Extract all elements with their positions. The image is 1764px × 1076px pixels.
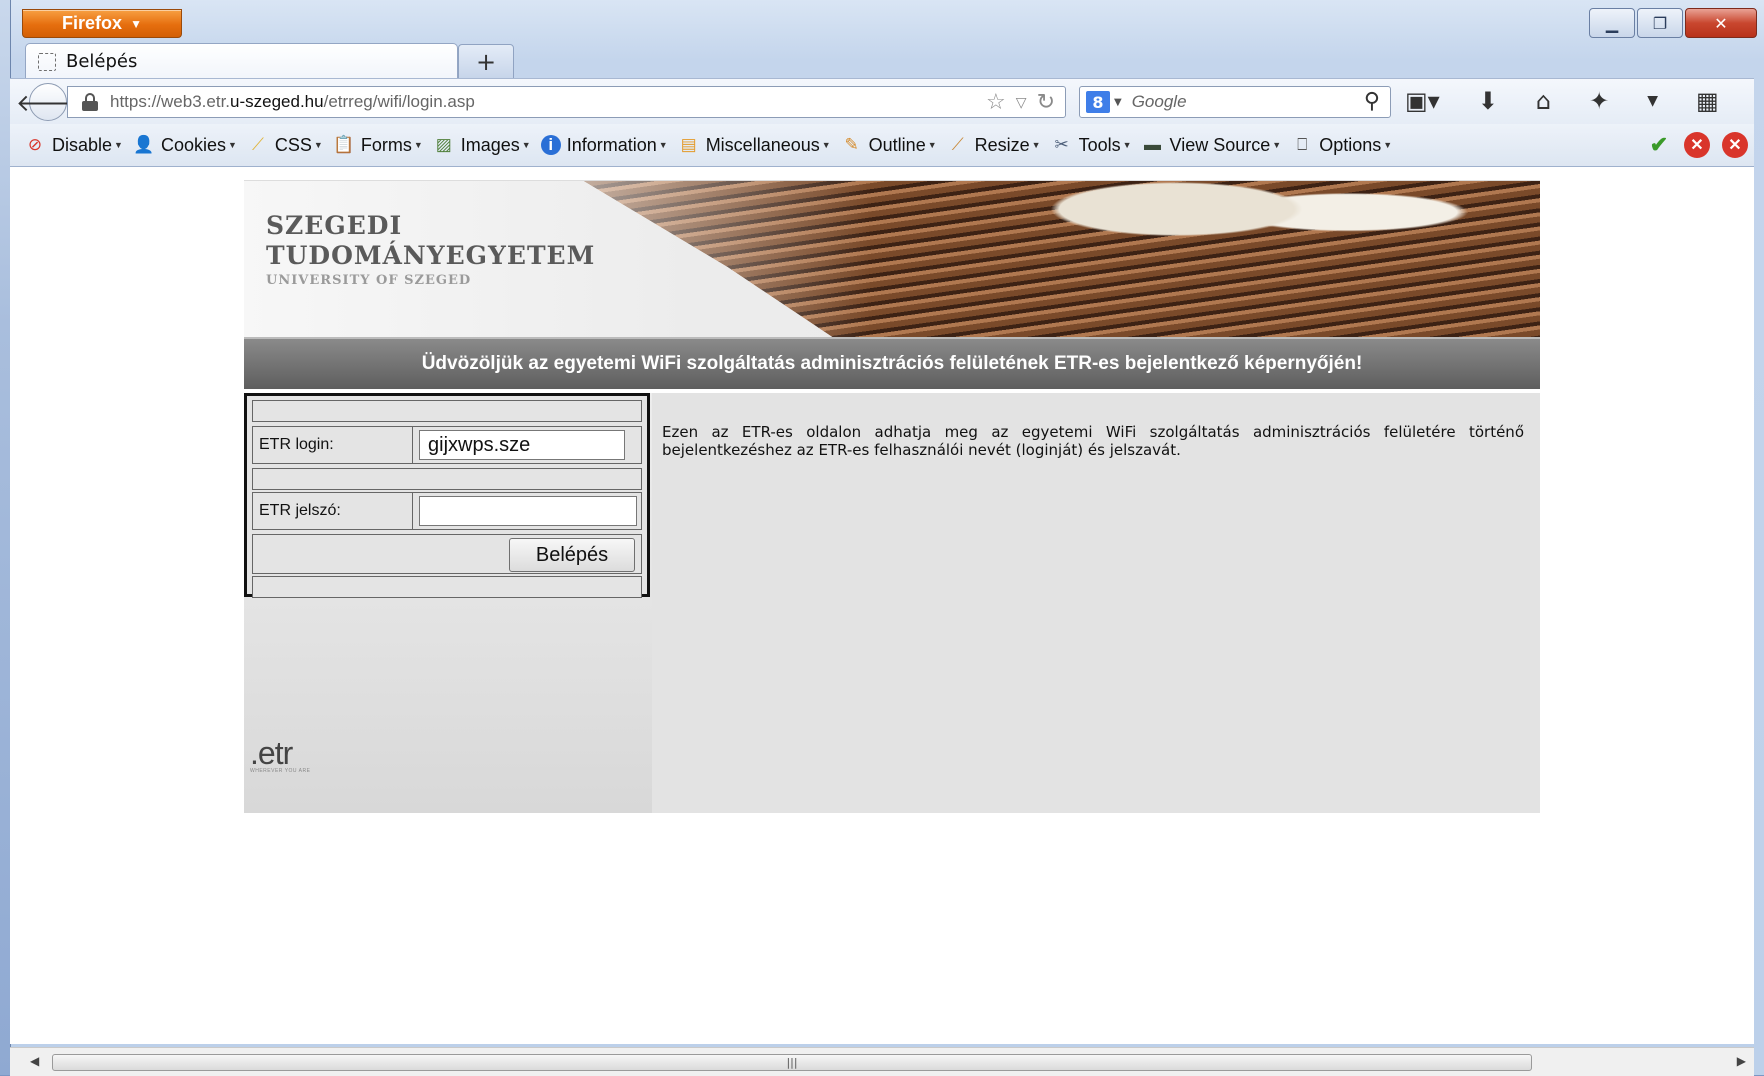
navigation-toolbar: 🡐 https://web3.etr.u-szeged.hu/etrreg/wi…: [10, 78, 1754, 125]
login-label: ETR login:: [253, 427, 413, 463]
password-input[interactable]: [419, 496, 637, 526]
university-banner: SZEGEDI TUDOMÁNYEGYETEM UNIVERSITY OF SZ…: [244, 180, 1540, 337]
search-bar[interactable]: 8 ▼ Google ⚲: [1079, 86, 1391, 118]
forms-icon: 📋: [333, 135, 355, 154]
disable-icon: ⊘: [27, 135, 43, 154]
login-submit-button[interactable]: Belépés: [509, 538, 635, 572]
resize-icon: ⟋: [951, 135, 964, 154]
images-icon: ▨: [435, 135, 452, 154]
etr-logo-text: .etr: [250, 735, 293, 771]
url-bar-actions: ☆ ▽ ↻: [986, 90, 1055, 115]
dev-menu-cookies[interactable]: 👤 Cookies ▼: [133, 135, 237, 156]
search-engine-icon[interactable]: 8: [1086, 91, 1110, 113]
plus-icon: +: [475, 47, 497, 76]
checkmark-icon[interactable]: ✔: [1646, 132, 1672, 158]
dev-menu-miscellaneous[interactable]: ▤ Miscellaneous ▼: [678, 135, 831, 156]
error-icon[interactable]: ✕: [1684, 132, 1710, 158]
outline-icon: ✎: [844, 135, 859, 154]
brand-line-1: SZEGEDI: [266, 211, 403, 240]
new-tab-button[interactable]: +: [458, 44, 514, 79]
brand-line-3: UNIVERSITY OF SZEGED: [266, 273, 472, 288]
window-controls: ▁ ❐ ✕: [1589, 8, 1757, 38]
bookmarks-menu-icon[interactable]: ▣▾: [1405, 87, 1440, 115]
etr-logo-tagline: WHEREVER YOU ARE: [250, 768, 311, 774]
dev-status-icons: ✔ ✕ ✕: [1646, 132, 1748, 158]
dev-menu-forms[interactable]: 📋 Forms ▼: [333, 135, 423, 156]
lock-icon: [82, 93, 98, 111]
home-icon[interactable]: ⌂: [1536, 87, 1551, 115]
submit-row: Belépés: [252, 534, 642, 574]
university-brand: SZEGEDI TUDOMÁNYEGYETEM UNIVERSITY OF SZ…: [266, 211, 595, 288]
url-dropdown-icon[interactable]: ▽: [1016, 95, 1027, 115]
information-icon: i: [540, 135, 561, 155]
view-source-icon: ▬: [1144, 135, 1162, 154]
maximize-icon: ❐: [1652, 13, 1668, 33]
horizontal-scrollbar[interactable]: ◀ ||| ▶: [10, 1047, 1754, 1076]
page-favicon-icon: [38, 52, 56, 71]
scroll-right-icon[interactable]: ▶: [1737, 1054, 1746, 1068]
chevron-down-icon: ▼: [1114, 96, 1122, 108]
addon-icon[interactable]: ✦: [1589, 87, 1609, 115]
login-form: ETR login: gijxwps.sze ETR jelszó: Belép…: [244, 393, 650, 598]
tab-title: Belépés: [66, 51, 138, 72]
maximize-button[interactable]: ❐: [1637, 8, 1683, 38]
info-text: Ezen az ETR-es oldalon adhatja meg az eg…: [662, 423, 1524, 459]
firefox-menu-label: Firefox: [62, 13, 123, 33]
etr-logo: .etr WHEREVER YOU ARE: [250, 735, 310, 774]
minimize-button[interactable]: ▁: [1589, 8, 1635, 38]
scrollbar-thumb[interactable]: |||: [52, 1054, 1532, 1071]
tab-belepes[interactable]: Belépés: [25, 43, 458, 79]
overflow-chevron-icon[interactable]: ▼: [1647, 93, 1658, 109]
password-row: ETR jelszó:: [252, 492, 642, 530]
grip-icon: |||: [786, 1056, 798, 1069]
page-viewport: SZEGEDI TUDOMÁNYEGYETEM UNIVERSITY OF SZ…: [10, 167, 1754, 1044]
minimize-icon: ▁: [1605, 13, 1619, 33]
nav-tool-buttons: ▣▾ ⬇ ⌂ ✦ ▼ ▦: [1405, 87, 1719, 115]
login-row: ETR login: gijxwps.sze: [252, 426, 642, 464]
downloads-icon[interactable]: ⬇: [1478, 87, 1498, 115]
scroll-left-icon[interactable]: ◀: [30, 1054, 39, 1068]
login-input[interactable]: gijxwps.sze: [419, 430, 625, 460]
search-icon[interactable]: ⚲: [1364, 89, 1380, 114]
options-icon: ⎕: [1297, 135, 1308, 154]
main-area: ETR login: gijxwps.sze ETR jelszó: Belép…: [244, 393, 1540, 813]
brand-line-2: TUDOMÁNYEGYETEM: [266, 241, 596, 270]
password-label: ETR jelszó:: [253, 493, 413, 529]
chevron-down-icon: ▼: [130, 16, 142, 31]
miscellaneous-icon: ▤: [680, 135, 697, 154]
dev-menu-options[interactable]: ⎕ Options ▼: [1291, 135, 1392, 156]
dev-menu-view-source[interactable]: ▬ View Source ▼: [1142, 135, 1281, 156]
form-spacer: [252, 400, 642, 422]
error-icon[interactable]: ✕: [1722, 132, 1748, 158]
dev-menu-disable[interactable]: ⊘ Disable ▼: [24, 135, 123, 156]
dev-menu-outline[interactable]: ✎ Outline ▼: [841, 135, 937, 156]
css-icon: ⟋: [251, 135, 264, 154]
close-window-button[interactable]: ✕: [1685, 8, 1757, 38]
url-bar[interactable]: https://web3.etr.u-szeged.hu/etrreg/wifi…: [67, 86, 1066, 118]
tools-icon: ✂: [1054, 135, 1069, 154]
search-placeholder: Google: [1131, 92, 1187, 111]
url-text: https://web3.etr.u-szeged.hu/etrreg/wifi…: [110, 92, 475, 111]
dev-menu-resize[interactable]: ⟋ Resize ▼: [947, 135, 1041, 156]
page-content: SZEGEDI TUDOMÁNYEGYETEM UNIVERSITY OF SZ…: [244, 180, 1540, 813]
dev-menu-images[interactable]: ▨ Images ▼: [433, 135, 531, 156]
firefox-menu-button[interactable]: Firefox ▼: [22, 9, 182, 38]
sidebar-icon[interactable]: ▦: [1696, 87, 1719, 115]
dev-menu-tools[interactable]: ✂ Tools ▼: [1051, 135, 1131, 156]
cookies-icon: 👤: [133, 135, 155, 154]
dev-menu-css[interactable]: ⟋ CSS ▼: [247, 135, 323, 156]
bookmark-star-icon[interactable]: ☆: [986, 90, 1006, 115]
welcome-banner: Üdvözöljük az egyetemi WiFi szolgáltatás…: [244, 337, 1540, 389]
dev-menu-information[interactable]: i Information ▼: [540, 135, 668, 156]
close-icon: ✕: [1714, 13, 1728, 33]
reload-icon[interactable]: ↻: [1037, 90, 1055, 115]
form-spacer: [252, 576, 642, 598]
back-button[interactable]: 🡐: [16, 83, 80, 121]
web-developer-toolbar: ⊘ Disable ▼ 👤 Cookies ▼ ⟋ CSS ▼ 📋 Forms ▼ ▨ Image…: [10, 124, 1754, 167]
form-spacer: [252, 468, 642, 490]
